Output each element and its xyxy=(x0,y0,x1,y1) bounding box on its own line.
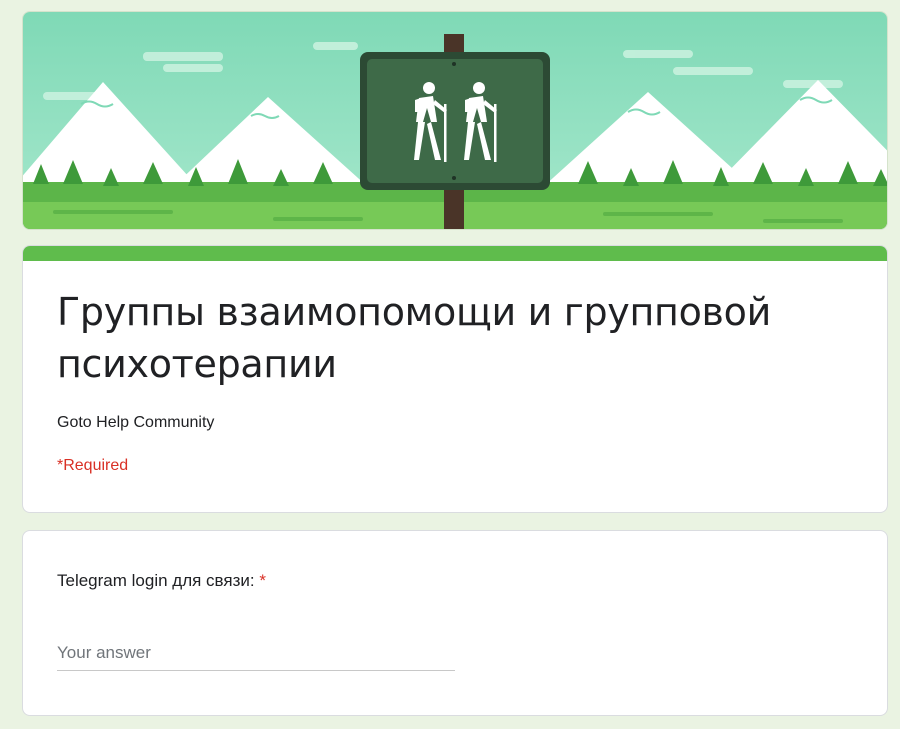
question-label: Telegram login для связи: * xyxy=(57,571,266,591)
required-note: *Required xyxy=(57,457,129,474)
answer-input[interactable] xyxy=(57,636,455,671)
question-text: Telegram login для связи: xyxy=(57,571,255,590)
form-header-card: Группы взаимопомощи и групповой психотер… xyxy=(22,245,888,513)
card-accent-bar xyxy=(23,246,887,261)
required-asterisk: * xyxy=(259,571,266,590)
form-title: Группы взаимопомощи и групповой психотер… xyxy=(57,290,771,386)
form-description: Goto Help Community xyxy=(57,414,215,431)
header-banner-image xyxy=(22,11,888,230)
question-card: Telegram login для связи: * xyxy=(22,530,888,716)
